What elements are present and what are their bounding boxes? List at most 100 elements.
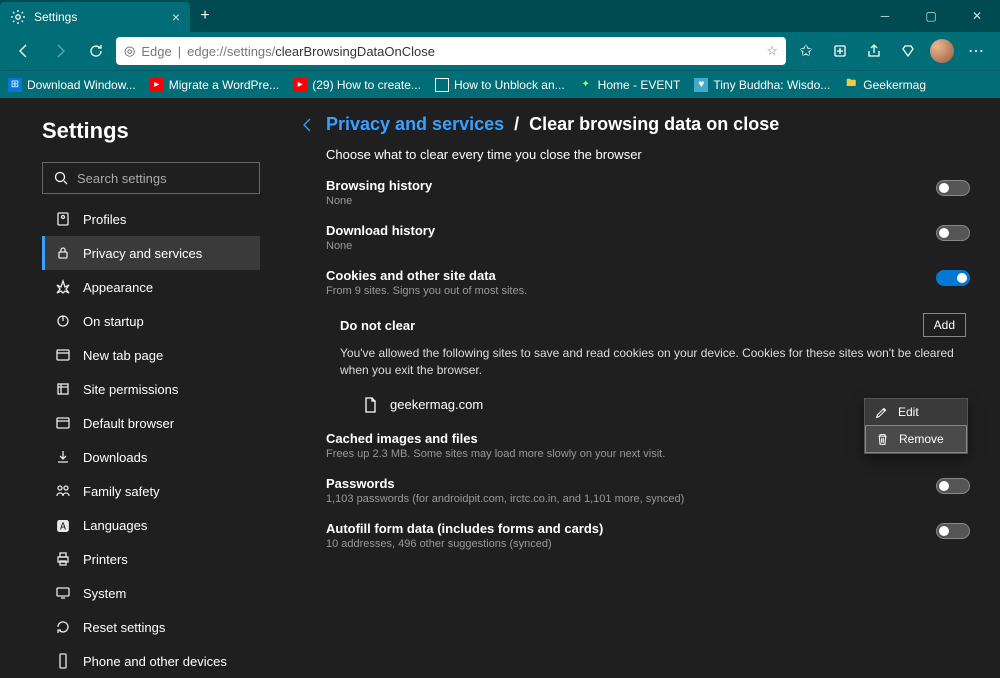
addr-path: clearBrowsingDataOnClose: [275, 44, 435, 59]
new-tab-button[interactable]: +: [190, 0, 220, 32]
back-button[interactable]: [8, 35, 40, 67]
bookmark-item[interactable]: 🖿Geekermag: [844, 78, 926, 92]
search-input[interactable]: Search settings: [42, 162, 260, 194]
dnc-title: Do not clear: [340, 318, 415, 333]
pencil-icon: [875, 406, 888, 419]
setting-cookies: Cookies and other site data From 9 sites…: [300, 268, 970, 297]
close-button[interactable]: ✕: [954, 0, 1000, 32]
toggle-autofill[interactable]: [936, 523, 970, 539]
nav-downloads[interactable]: Downloads: [42, 440, 260, 474]
nav-newtab[interactable]: New tab page: [42, 338, 260, 372]
addr-proto: Edge: [141, 44, 171, 59]
addr-divider: |: [178, 44, 181, 59]
youtube-icon: ▸: [150, 78, 164, 92]
browser-tab[interactable]: Settings ×: [0, 2, 190, 32]
refresh-button[interactable]: [80, 35, 112, 67]
breadcrumb-link[interactable]: Privacy and services: [326, 114, 504, 135]
nav-privacy[interactable]: Privacy and services: [42, 236, 260, 270]
permissions-icon: [55, 381, 71, 397]
nav-family[interactable]: Family safety: [42, 474, 260, 508]
favorites-icon[interactable]: ✩: [790, 35, 822, 67]
reset-icon: [55, 619, 71, 635]
gear-icon: [10, 9, 26, 25]
profile-avatar[interactable]: [926, 35, 958, 67]
favorite-icon[interactable]: ☆: [766, 43, 778, 59]
setting-browsing-history: Browsing history None: [300, 178, 970, 207]
nav-languages[interactable]: 🅰Languages: [42, 508, 260, 542]
bookmarks-bar: ⊞Download Window... ▸Migrate a WordPre..…: [0, 70, 1000, 98]
extensions-icon[interactable]: [892, 35, 924, 67]
toggle-cookies[interactable]: [936, 270, 970, 286]
context-remove[interactable]: Remove: [865, 425, 967, 453]
power-icon: [55, 313, 71, 329]
site-icon: ♥: [694, 78, 708, 92]
site-icon: ✦: [579, 78, 593, 92]
family-icon: [55, 483, 71, 499]
nav-profiles[interactable]: Profiles: [42, 202, 260, 236]
add-button[interactable]: Add: [923, 313, 966, 337]
setting-passwords: Passwords 1,103 passwords (for androidpi…: [300, 476, 970, 505]
page-icon: [362, 397, 378, 413]
breadcrumb: Privacy and services / Clear browsing da…: [300, 114, 970, 135]
nav-phone[interactable]: Phone and other devices: [42, 644, 260, 678]
settings-main: Privacy and services / Clear browsing da…: [290, 98, 1000, 568]
bookmark-item[interactable]: ⊞Download Window...: [8, 78, 136, 92]
context-edit[interactable]: Edit: [865, 399, 967, 425]
bookmark-item[interactable]: How to Unblock an...: [435, 78, 565, 92]
breadcrumb-sep: /: [514, 114, 519, 135]
context-menu: Edit Remove: [864, 398, 968, 454]
toolbar: ◎ Edge | edge://settings/clearBrowsingDa…: [0, 32, 1000, 70]
setting-autofill: Autofill form data (includes forms and c…: [300, 521, 970, 550]
page-title: Clear browsing data on close: [529, 114, 779, 135]
bookmark-item[interactable]: ▸(29) How to create...: [293, 78, 421, 92]
collections-icon[interactable]: [824, 35, 856, 67]
share-icon[interactable]: [858, 35, 890, 67]
toggle-download[interactable]: [936, 225, 970, 241]
nav-printers[interactable]: Printers: [42, 542, 260, 576]
language-icon: 🅰: [55, 516, 71, 535]
settings-title: Settings: [42, 118, 260, 144]
page-icon: [435, 78, 449, 92]
folder-icon: 🖿: [844, 78, 858, 92]
settings-nav: Profiles Privacy and services Appearance…: [42, 202, 260, 678]
nav-reset[interactable]: Reset settings: [42, 610, 260, 644]
titlebar: Settings × + ─ ▢ ✕: [0, 0, 1000, 32]
printer-icon: [55, 551, 71, 567]
search-icon: [53, 170, 69, 186]
search-placeholder: Search settings: [77, 171, 167, 186]
edge-icon: ◎: [124, 43, 135, 59]
youtube-icon: ▸: [293, 78, 307, 92]
back-icon[interactable]: [300, 117, 316, 133]
nav-permissions[interactable]: Site permissions: [42, 372, 260, 406]
forward-button[interactable]: [44, 35, 76, 67]
newtab-icon: [55, 347, 71, 363]
profile-icon: [55, 211, 71, 227]
nav-system[interactable]: System: [42, 576, 260, 610]
bookmark-item[interactable]: ✦Home - EVENT: [579, 78, 681, 92]
menu-button[interactable]: ⋯: [960, 35, 992, 67]
settings-sidebar: Settings Search settings Profiles Privac…: [0, 98, 290, 568]
address-bar[interactable]: ◎ Edge | edge://settings/clearBrowsingDa…: [116, 37, 786, 65]
nav-startup[interactable]: On startup: [42, 304, 260, 338]
minimize-button[interactable]: ─: [862, 0, 908, 32]
trash-icon: [876, 433, 889, 446]
maximize-button[interactable]: ▢: [908, 0, 954, 32]
nav-default[interactable]: Default browser: [42, 406, 260, 440]
bookmark-item[interactable]: ♥Tiny Buddha: Wisdo...: [694, 78, 830, 92]
tab-title: Settings: [34, 10, 77, 24]
windows-icon: ⊞: [8, 78, 22, 92]
lock-icon: [55, 245, 71, 261]
toggle-browsing[interactable]: [936, 180, 970, 196]
site-domain: geekermag.com: [390, 397, 483, 412]
addr-grey: edge://settings/: [187, 44, 275, 59]
tab-close-icon[interactable]: ×: [172, 9, 180, 25]
appearance-icon: [55, 279, 71, 295]
system-icon: [55, 585, 71, 601]
bookmark-item[interactable]: ▸Migrate a WordPre...: [150, 78, 279, 92]
download-icon: [55, 449, 71, 465]
page-desc: Choose what to clear every time you clos…: [300, 147, 970, 162]
phone-icon: [55, 653, 71, 669]
toggle-passwords[interactable]: [936, 478, 970, 494]
window-controls: ─ ▢ ✕: [862, 0, 1000, 32]
nav-appearance[interactable]: Appearance: [42, 270, 260, 304]
